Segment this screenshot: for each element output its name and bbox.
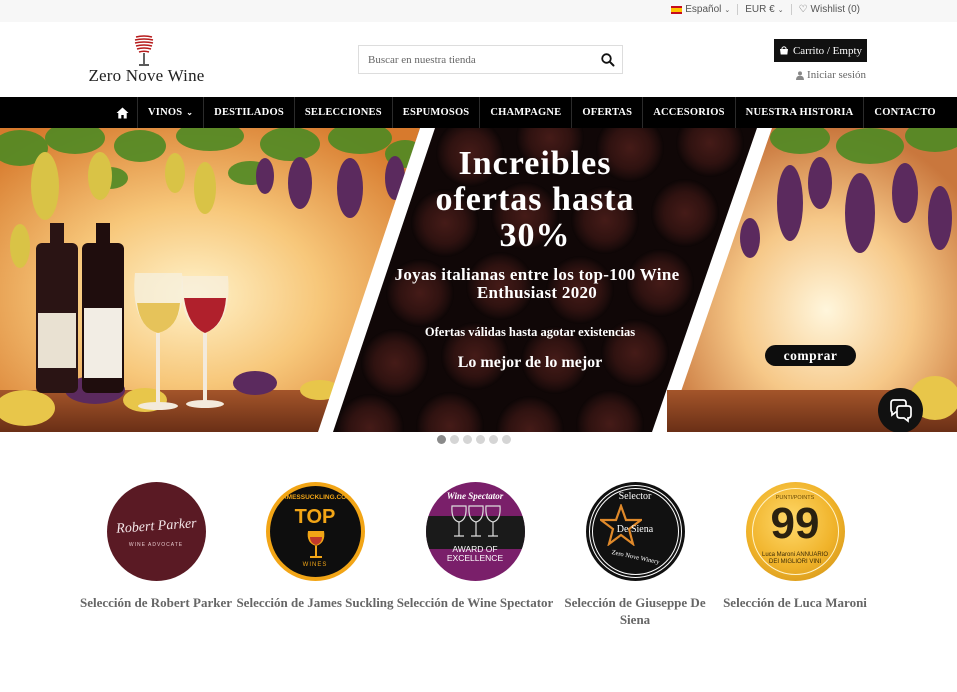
selection-label: Selección de James Suckling [236,595,394,610]
slider-dots [437,435,511,444]
site-header: Zero Nove Wine Carrito / Empty Iniciar s… [0,22,957,97]
badge-title: Wine Spectator [446,491,504,501]
nav-item-label: ESPUMOSOS [402,107,470,118]
nav-item-label: VINOS [148,107,183,118]
selection-luca-maroni[interactable]: PUNTI/POINTS 99 Luca Maroni ANNUARIO DEI… [715,482,875,611]
search-input[interactable] [359,46,591,73]
slider-dot-3[interactable] [463,435,472,444]
selection-label: Selección de Robert Parker [80,595,232,610]
wishlist-link[interactable]: ♡ Wishlist (0) [792,4,867,15]
slider-dot-6[interactable] [502,435,511,444]
cart-label: Carrito / Empty [792,44,863,57]
slider-dot-4[interactable] [476,435,485,444]
badge-main: TOP [294,506,336,528]
badge-title: Robert Parker [115,516,197,537]
nav-item-label: SELECCIONES [304,107,382,118]
chevron-down-icon: ⌄ [777,6,784,14]
main-nav: VINOS ⌄ DESTILADOS SELECCIONES ESPUMOSOS… [0,97,957,128]
badge-main: De Siena [616,524,654,535]
nav-item-label: DESTILADOS [214,107,284,118]
nav-item-destilados[interactable]: DESTILADOS [203,97,294,128]
heart-icon: ♡ [798,4,808,15]
nav-item-vinos[interactable]: VINOS ⌄ [137,97,203,128]
wine-glass-icon [307,531,324,558]
site-logo[interactable]: Zero Nove Wine [84,34,209,86]
selection-label: Selección de Giuseppe De Siena [564,595,706,627]
badge-title: JAMESSUCKLING.COM [278,494,352,501]
slider-dot-5[interactable] [489,435,498,444]
chevron-down-icon: ⌄ [186,108,194,117]
hero-title: Increibles ofertas hasta 30% [435,145,635,254]
wishlist-label: Wishlist (0) [810,4,860,15]
nav-item-espumosos[interactable]: ESPUMOSOS [391,97,480,128]
three-glasses-icon [450,505,501,537]
selection-giuseppe-de-siena[interactable]: Selector De Siena Zero Nove Winery Selec… [555,482,715,628]
nav-item-accesorios[interactable]: ACCESORIOS [642,97,734,128]
nav-item-contacto[interactable]: CONTACTO [863,97,945,128]
nav-item-nuestra-historia[interactable]: NUESTRA HISTORIA [734,97,864,128]
james-suckling-badge: JAMESSUCKLING.COM TOP WINES [265,482,365,581]
luca-maroni-badge: PUNTI/POINTS 99 Luca Maroni ANNUARIO DEI… [745,482,845,581]
selection-label: Selección de Luca Maroni [723,595,867,610]
top-bar: Español ⌄ EUR € ⌄ ♡ Wishlist (0) [0,0,957,22]
wine-glass-logo-icon [134,35,154,66]
nav-item-label: CHAMPAGNE [490,107,562,118]
language-label: Español [685,4,722,15]
badge-sub: Luca Maroni ANNUARIO DEI MIGLIORI VINI [761,552,829,565]
de-siena-badge: Selector De Siena Zero Nove Winery [585,482,685,581]
slider-dot-1[interactable] [437,435,446,444]
nav-item-label: CONTACTO [874,107,936,118]
logo-wordmark: Zero Nove Wine [88,66,205,85]
selection-robert-parker[interactable]: Robert Parker WINE ADVOCATE Selección de… [76,482,236,611]
nav-item-champagne[interactable]: CHAMPAGNE [479,97,571,128]
top-bar-links: Español ⌄ EUR € ⌄ ♡ Wishlist (0) [664,4,867,15]
badge-main: AWARD OF EXCELLENCE [446,544,504,563]
badge-sub: WINES [302,562,328,568]
wine-spectator-badge: Wine Spectator AWARD OF EXCELLENCE [425,482,525,581]
nav-home[interactable] [108,97,137,128]
shopping-bag-icon [779,46,788,55]
search-box [358,45,623,74]
spain-flag-icon [671,5,683,14]
nav-item-label: NUESTRA HISTORIA [745,107,854,118]
login-label: Iniciar sesión [807,69,866,81]
hero-banner[interactable]: Increibles ofertas hasta 30% Joyas itali… [0,128,957,432]
chevron-down-icon: ⌄ [724,6,731,14]
main-nav-items: VINOS ⌄ DESTILADOS SELECCIONES ESPUMOSOS… [108,97,946,128]
selection-label: Selección de Wine Spectator [396,595,554,610]
home-icon [116,107,129,118]
hero-subtitle: Joyas italianas entre los top-100 Wine E… [394,265,680,302]
nav-item-selecciones[interactable]: SELECCIONES [293,97,392,128]
buy-button[interactable]: comprar [765,345,856,366]
selection-wine-spectator[interactable]: Wine Spectator AWARD OF EXCELLENCE Selec… [395,482,555,611]
login-link[interactable]: Iniciar sesión [796,69,866,81]
slider-dot-2[interactable] [450,435,459,444]
search-icon[interactable] [600,52,616,68]
nav-item-ofertas[interactable]: OFERTAS [571,97,642,128]
badge-title: Selector [618,491,652,502]
badge-subtitle: WINE ADVOCATE [128,542,184,548]
badge-main: 99 [770,499,820,548]
currency-selector[interactable]: EUR € ⌄ [738,4,790,15]
nav-item-label: ACCESORIOS [653,107,725,118]
nav-item-label: OFERTAS [582,107,633,118]
user-icon [796,70,805,80]
hero-tagline: Lo mejor de lo mejor [457,354,603,371]
currency-label: EUR € [745,4,775,15]
selection-james-suckling[interactable]: JAMESSUCKLING.COM TOP WINES Selección de… [235,482,395,611]
language-selector[interactable]: Español ⌄ [664,4,737,15]
chat-button[interactable] [878,388,923,432]
chat-icon [889,398,912,423]
robert-parker-badge: Robert Parker WINE ADVOCATE [106,482,206,581]
cart-button[interactable]: Carrito / Empty [774,39,867,62]
hero-offer-note: Ofertas válidas hasta agotar existencias [424,325,636,339]
